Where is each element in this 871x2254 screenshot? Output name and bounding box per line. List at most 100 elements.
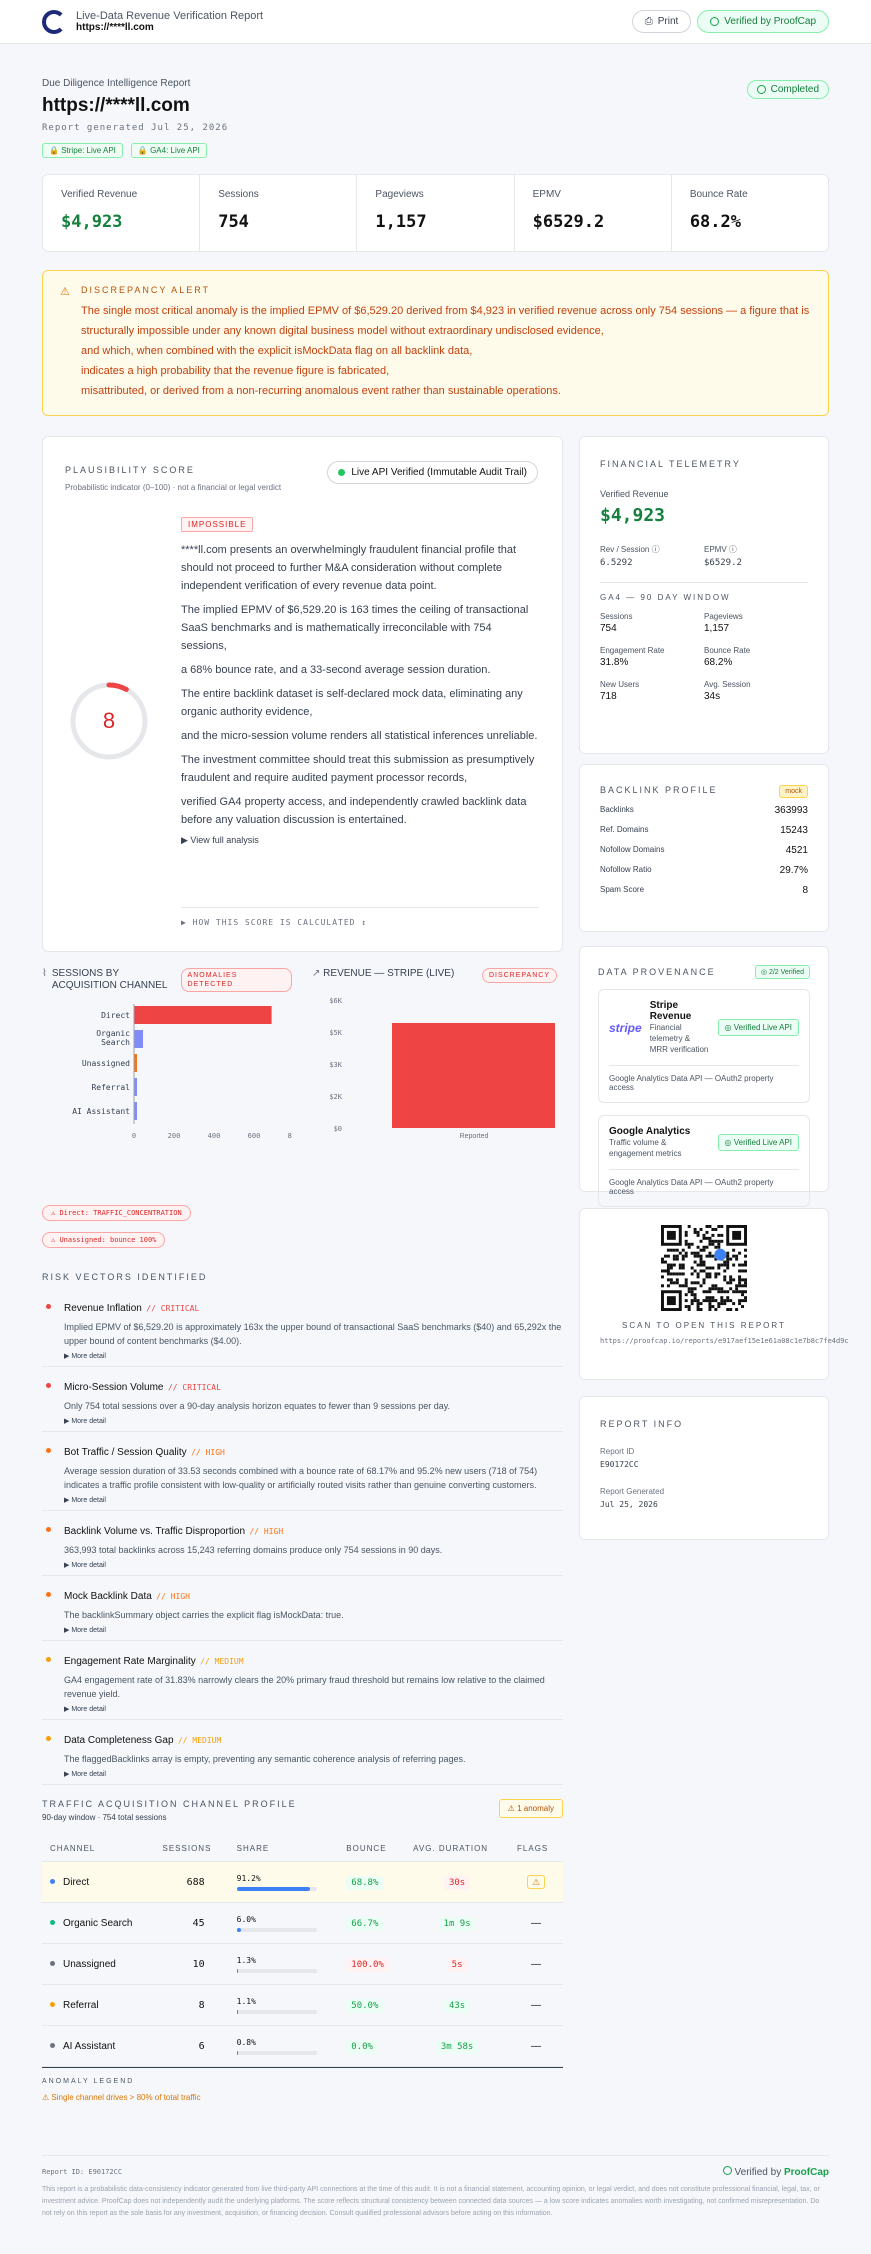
legend-title: ANOMALY LEGEND [42, 2078, 135, 2085]
qr-module [744, 1299, 747, 1303]
more-detail-toggle[interactable]: ▶ More detail [64, 1352, 563, 1360]
more-detail-toggle[interactable]: ▶ More detail [64, 1561, 563, 1569]
telemetry-title: FINANCIAL TELEMETRY [600, 459, 741, 469]
qr-module [661, 1260, 664, 1264]
risk-heading: Backlink Volume vs. Traffic Disproportio… [64, 1521, 563, 1539]
risk-desc: GA4 engagement rate of 31.83% narrowly c… [64, 1675, 545, 1699]
qr-module [723, 1260, 727, 1264]
risk-item: Revenue Inflation // CRITICAL Implied EPM… [42, 1288, 563, 1367]
qr-module [714, 1287, 718, 1291]
qr-module [729, 1299, 733, 1303]
qr-module [723, 1275, 727, 1279]
report-link[interactable]: https://proofcap.io/reports/e917aef15e1e… [580, 1336, 849, 1347]
share-value: 0.8% [236, 2037, 256, 2047]
column-header: BOUNCE [338, 1836, 406, 1862]
qr-module [708, 1302, 712, 1306]
bounce-cell: 100.0% [338, 1943, 406, 1985]
alert-text: indicates a high probability that the re… [81, 365, 390, 377]
severity-dot-icon [46, 1527, 51, 1532]
info-icon[interactable]: ⓘ [652, 545, 660, 554]
financial-telemetry-card: FINANCIAL TELEMETRY Verified Revenue $4,… [579, 436, 829, 754]
how-score-calculated-toggle[interactable]: ▶ HOW THIS SCORE IS CALCULATED ↕ [181, 907, 539, 927]
qr-module [666, 1272, 670, 1276]
check-circle-icon [756, 85, 766, 94]
channel-flags: ⚠ Direct: TRAFFIC_CONCENTRATION ⚠ Unassi… [42, 1202, 563, 1256]
qr-module [681, 1284, 685, 1288]
more-detail-toggle[interactable]: ▶ More detail [64, 1770, 563, 1778]
qr-module [678, 1272, 682, 1276]
more-detail-label: More detail [71, 1562, 106, 1569]
share-value: 6.0% [236, 1914, 256, 1924]
backlink-row: Nofollow Ratio 29.7% [600, 865, 808, 876]
flag-chip: ⚠ Direct: TRAFFIC_CONCENTRATION [42, 1205, 191, 1221]
table-row[interactable]: Referral 8 1.1% 50.0% 43s — [42, 1984, 563, 2026]
qr-module [672, 1263, 676, 1267]
qr-module [675, 1278, 679, 1282]
more-detail-toggle[interactable]: ▶ More detail [64, 1496, 563, 1504]
flags-cell: — [509, 1943, 563, 1985]
qr-module [699, 1254, 703, 1258]
metric-value: $6529.2 [532, 212, 605, 232]
qr-module [738, 1290, 742, 1294]
qr-module [690, 1302, 694, 1306]
share-bar [236, 1886, 317, 1891]
qr-module [714, 1275, 718, 1279]
qr-module [687, 1287, 691, 1291]
qr-module [702, 1233, 706, 1237]
qr-code-icon[interactable] [661, 1225, 747, 1311]
ga4-stat-value: 718 [600, 691, 617, 702]
more-detail-toggle[interactable]: ▶ More detail [64, 1626, 563, 1634]
qr-module [711, 1242, 715, 1246]
anomaly-count-label: 1 anomaly [517, 1804, 554, 1813]
bar-direct[interactable] [134, 1006, 272, 1024]
qr-module [705, 1225, 709, 1228]
qr-module [705, 1290, 709, 1294]
traffic-table-section: TRAFFIC ACQUISITION CHANNEL PROFILE 90-d… [42, 1799, 563, 2102]
backlink-profile-card: BACKLINK PROFILE mock Backlinks 363993 Ref… [579, 764, 829, 932]
qr-module [702, 1260, 706, 1264]
table-row[interactable]: AI Assistant 6 0.8% 0.0% 3m 58s — [42, 2025, 563, 2067]
info-icon[interactable]: ⓘ [729, 545, 737, 554]
more-detail-label: More detail [71, 1706, 106, 1713]
y-tick-label: $5K [329, 1029, 342, 1037]
verified-by-text: Verified by [734, 2167, 782, 2178]
more-detail-toggle[interactable]: ▶ More detail [64, 1417, 563, 1425]
sessions-cell: 6 [154, 2025, 229, 2067]
qr-module [708, 1290, 712, 1294]
qr-module [681, 1248, 685, 1252]
qr-module [693, 1287, 697, 1291]
no-flag: — [531, 2040, 541, 2052]
duration-cell: 1m 9s [405, 1902, 510, 1944]
data-provenance-card: DATA PROVENANCE ◎ 2/2 Verified stripe St… [579, 946, 829, 1207]
bar-organic-search[interactable] [134, 1030, 143, 1048]
risk-severity: // HIGH [156, 1592, 190, 1601]
qr-module [678, 1266, 682, 1270]
ga4-stat-value: 754 [600, 623, 617, 634]
qr-module [681, 1254, 685, 1258]
bounce-cell: 66.7% [338, 1902, 406, 1944]
share-bar [236, 1927, 317, 1932]
bounce-cell: 50.0% [338, 1984, 406, 2026]
qr-module [696, 1302, 700, 1306]
qr-module [708, 1272, 712, 1276]
qr-module [744, 1281, 747, 1285]
table-header-row: CHANNEL SESSIONS SHARE BOUNCE AVG. DURAT… [42, 1836, 563, 1862]
bar-reported[interactable] [392, 1022, 555, 1128]
qr-module [678, 1263, 682, 1267]
more-detail-toggle[interactable]: ▶ More detail [64, 1705, 563, 1713]
table-row[interactable]: Direct 688 91.2% 68.8% 30s ⚠ [42, 1861, 563, 1903]
proofcap-logo-icon [42, 9, 66, 34]
print-button[interactable]: ⎙ Print [631, 10, 692, 33]
table-row[interactable]: Organic Search 45 6.0% 66.7% 1m 9s — [42, 1902, 563, 1944]
share-bar-fill [236, 1927, 242, 1932]
table-row[interactable]: Unassigned 10 1.3% 100.0% 5s — [42, 1943, 563, 1985]
metric-bounce-rate: Bounce Rate 68.2% [672, 175, 828, 251]
metric-label: Sessions [218, 189, 259, 200]
qr-module [717, 1305, 721, 1309]
qr-module [708, 1236, 712, 1240]
verified-badge[interactable]: Verified by ProofCap [697, 10, 829, 33]
ga4-stat-label: Engagement Rate [600, 646, 665, 655]
qr-module [699, 1257, 703, 1261]
view-full-analysis-toggle[interactable]: ▶ View full analysis [181, 835, 539, 846]
qr-module [741, 1263, 745, 1267]
